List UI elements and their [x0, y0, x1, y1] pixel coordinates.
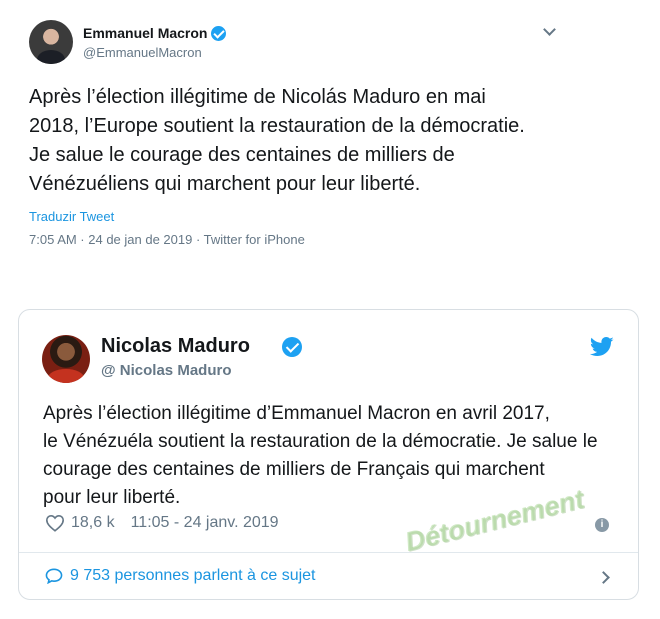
- tweet-text-line: le Vénézuéla soutient la restauration de…: [43, 431, 598, 452]
- author-handle[interactable]: @ Nicolas Maduro: [101, 362, 231, 379]
- avatar[interactable]: [29, 20, 73, 64]
- tweet-timestamp[interactable]: 11:05 - 24 janv. 2019: [131, 514, 279, 532]
- conversation-link[interactable]: 9 753 personnes parlent à ce sujet: [45, 567, 316, 585]
- author-name[interactable]: Nicolas Maduro: [101, 335, 250, 358]
- tweet-text-line: 2018, l’Europe soutient la restauration …: [29, 115, 525, 137]
- conversation-text[interactable]: 9 753 personnes parlent à ce sujet: [70, 567, 316, 585]
- chevron-right-icon[interactable]: [599, 570, 611, 584]
- speech-bubble-icon: [45, 568, 63, 584]
- tweet-text-line: Après l’élection illégitime de Nicolás M…: [29, 86, 486, 108]
- tweet-text-line: courage des centaines de milliers de Fra…: [43, 459, 545, 480]
- author-row: Emmanuel Macron: [83, 25, 227, 41]
- verified-badge-icon: [211, 25, 227, 41]
- tweet-macron: Emmanuel Macron @EmmanuelMacron Après l’…: [0, 0, 660, 262]
- chevron-down-icon[interactable]: [542, 24, 558, 38]
- tweet-text-line: Je salue le courage des centaines de mil…: [29, 144, 455, 166]
- author-handle[interactable]: @EmmanuelMacron: [83, 45, 202, 60]
- tweet-maduro-card[interactable]: Nicolas Maduro @ Nicolas Maduro Après l’…: [18, 309, 639, 600]
- verified-badge-icon: [281, 336, 302, 357]
- author-name[interactable]: Emmanuel Macron: [83, 25, 207, 41]
- divider: [19, 552, 638, 553]
- tweet-text-line: Après l’élection illégitime d’Emmanuel M…: [43, 403, 550, 424]
- heart-icon[interactable]: [45, 514, 65, 532]
- tweet-stats: 18,6 k 11:05 - 24 janv. 2019: [45, 514, 279, 532]
- tweet-meta: 7:05 AM · 24 de jan de 2019 · Twitter fo…: [29, 232, 305, 247]
- avatar[interactable]: [42, 335, 90, 383]
- twitter-bird-icon[interactable]: [590, 337, 614, 357]
- tweet-text-line: Vénézuéliens qui marchent pour leur libe…: [29, 173, 421, 195]
- translate-tweet-link[interactable]: Traduzir Tweet: [29, 209, 114, 224]
- like-count[interactable]: 18,6 k: [71, 514, 115, 532]
- tweet-text: Après l’élection illégitime de Nicolás M…: [29, 83, 629, 199]
- author-row: Nicolas Maduro: [101, 335, 302, 358]
- info-icon[interactable]: i: [595, 518, 609, 532]
